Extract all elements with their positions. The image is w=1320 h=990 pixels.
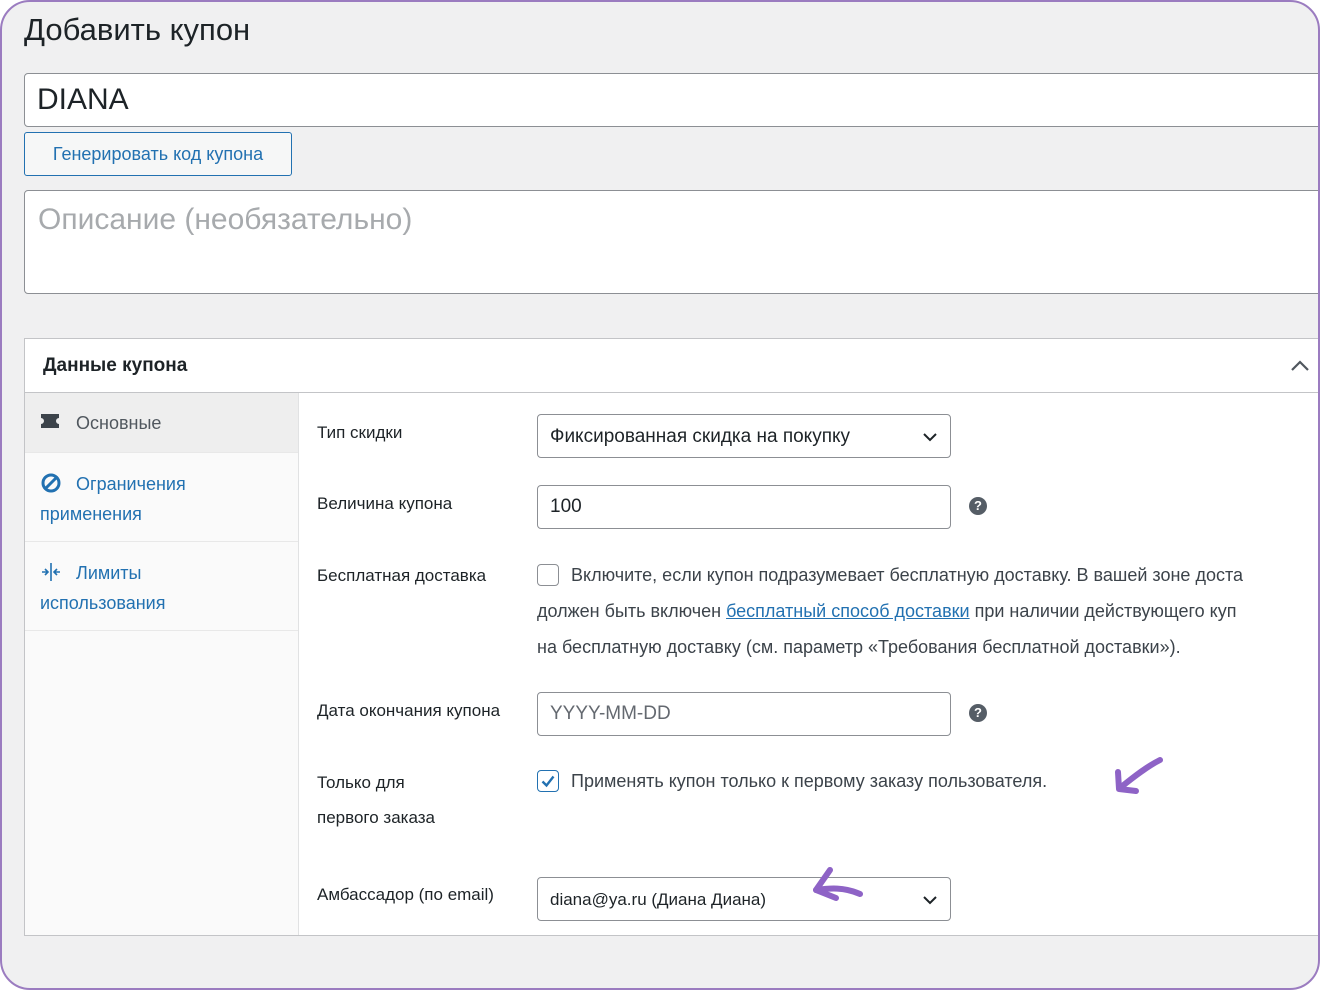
chevron-down-icon: [922, 893, 938, 905]
ambassador-label: Амбассадор (по email): [317, 885, 494, 904]
discount-type-value: Фиксированная скидка на покупку: [550, 426, 851, 447]
no-entry-icon: [40, 472, 62, 494]
discount-type-label: Тип скидки: [317, 423, 403, 442]
expiry-date-input[interactable]: [537, 692, 951, 736]
coupon-amount-input[interactable]: [537, 485, 951, 529]
general-fields: Тип скидки Фиксированная скидка на покуп…: [299, 393, 1318, 935]
free-shipping-label: Бесплатная доставка: [317, 566, 487, 585]
help-icon[interactable]: ?: [969, 497, 987, 515]
generate-coupon-code-button[interactable]: Генерировать код купона: [24, 132, 292, 176]
chevron-down-icon: [922, 430, 938, 442]
free-shipping-line2: должен быть включен бесплатный способ до…: [537, 593, 1318, 629]
tab-general-label: Основные: [76, 413, 162, 433]
first-order-description: Применять купон только к первому заказу …: [537, 763, 1318, 799]
coupon-data-panel: Данные купона Основные Ограничения приме…: [24, 338, 1318, 936]
coupon-code-input[interactable]: [24, 73, 1318, 127]
tab-usage-limits[interactable]: Лимиты использования: [25, 542, 298, 631]
ambassador-select[interactable]: diana@ya.ru (Диана Диана): [537, 877, 951, 921]
chevron-up-icon[interactable]: [1287, 353, 1313, 379]
first-order-label-line2: первого заказа: [317, 808, 435, 827]
tab-usage-restriction[interactable]: Ограничения применения: [25, 453, 298, 542]
tab-usage-limits-label-line1: Лимиты: [76, 563, 142, 583]
first-order-text: Применять купон только к первому заказу …: [571, 771, 1048, 791]
description-textarea[interactable]: [24, 190, 1318, 294]
discount-type-select[interactable]: Фиксированная скидка на покупку: [537, 414, 951, 458]
page-title: Добавить купон: [24, 12, 251, 47]
ticket-icon: [40, 412, 60, 435]
tab-usage-limits-label-line2: использования: [40, 593, 166, 613]
free-shipping-description: Включите, если купон подразумевает беспл…: [537, 557, 1318, 665]
screenshot-frame: Добавить купон Генерировать код купона Д…: [0, 0, 1320, 990]
free-shipping-line2-before: должен быть включен: [537, 601, 727, 621]
tab-general[interactable]: Основные: [25, 393, 298, 453]
tab-usage-restriction-label-line1: Ограничения: [76, 474, 186, 494]
tab-usage-restriction-label-line2: применения: [40, 504, 142, 524]
first-order-label-line1: Только для: [317, 773, 405, 792]
free-shipping-line1: Включите, если купон подразумевает беспл…: [571, 565, 1244, 585]
free-shipping-method-link[interactable]: бесплатный способ доставки: [726, 601, 970, 621]
help-icon[interactable]: ?: [969, 704, 987, 722]
expiry-date-label: Дата окончания купона: [317, 701, 501, 720]
free-shipping-line3: на бесплатную доставку (см. параметр «Тр…: [537, 637, 1181, 657]
panel-header: Данные купона: [25, 339, 1318, 393]
limits-icon: [40, 561, 62, 583]
panel-title: Данные купона: [43, 355, 188, 376]
free-shipping-line2-after: при наличии действующего куп: [969, 601, 1237, 621]
coupon-tabs: Основные Ограничения применения Лимиты и…: [25, 393, 299, 935]
coupon-amount-label: Величина купона: [317, 494, 453, 513]
ambassador-value: diana@ya.ru (Диана Диана): [550, 890, 767, 909]
